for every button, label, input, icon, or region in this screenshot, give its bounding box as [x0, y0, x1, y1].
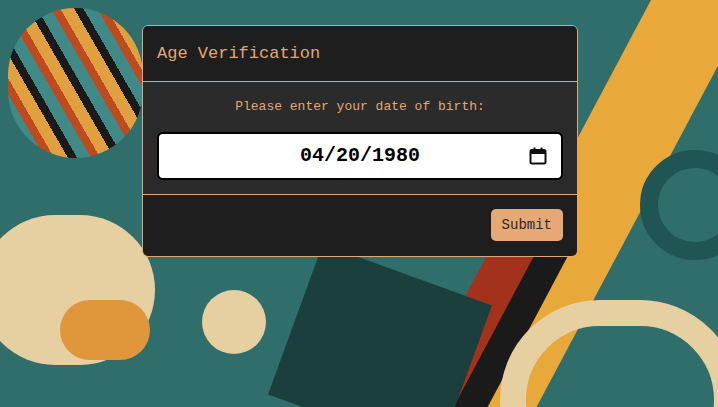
page: Age Verification Please enter your date o…	[0, 0, 718, 407]
prompt-label: Please enter your date of birth:	[235, 97, 485, 117]
dialog-footer: Submit	[143, 195, 577, 256]
submit-button[interactable]: Submit	[491, 209, 563, 241]
dialog-title: Age Verification	[157, 41, 320, 67]
date-field[interactable]: 04/20/1980	[157, 132, 563, 180]
dialog-body: Please enter your date of birth: 04/20/19…	[143, 82, 577, 195]
age-verification-dialog: Age Verification Please enter your date o…	[142, 25, 578, 257]
calendar-icon[interactable]	[529, 147, 547, 165]
date-value: 04/20/1980	[173, 141, 529, 171]
dialog-header: Age Verification	[143, 26, 577, 82]
